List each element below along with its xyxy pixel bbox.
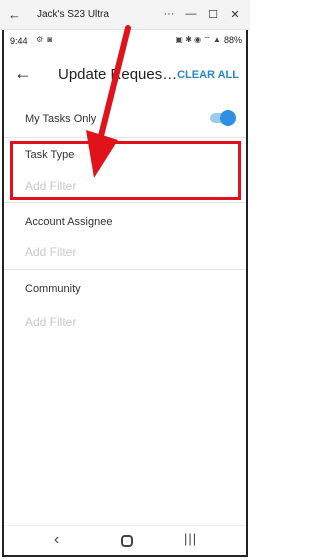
my-tasks-only-label: My Tasks Only: [25, 113, 97, 125]
community-label: Community: [25, 283, 81, 295]
maximize-icon[interactable]: ☐: [202, 4, 224, 24]
battery-percent: 88%: [223, 35, 242, 45]
app-header: ← Update Requests... CLEAR ALL: [4, 52, 246, 100]
window-controls: ··· — ☐ ✕: [158, 4, 246, 24]
nav-recent-apps-icon[interactable]: |||: [184, 531, 197, 546]
notification-icons: ⚙ ◙: [36, 35, 54, 44]
community-add-filter[interactable]: Add Filter: [25, 315, 76, 329]
android-nav-bar: ‹ |||: [4, 525, 246, 555]
system-status-icons: ▣ ✱ ◉ ⌔ ▲: [175, 35, 221, 44]
clear-all-button[interactable]: CLEAR ALL: [177, 69, 239, 81]
annotation-highlight-box: [10, 141, 241, 200]
page-title: Update Requests...: [58, 66, 178, 83]
close-icon[interactable]: ✕: [224, 4, 246, 24]
minimize-icon[interactable]: —: [180, 4, 202, 24]
back-arrow-icon[interactable]: ←: [14, 63, 32, 84]
divider: [4, 202, 246, 203]
nav-home-icon[interactable]: [121, 535, 133, 547]
nav-back-icon[interactable]: ‹: [54, 531, 59, 549]
status-right: ▣ ✱ ◉ ⌔ ▲ 88%: [175, 35, 242, 45]
account-assignee-add-filter[interactable]: Add Filter: [25, 245, 76, 259]
window-title: Jack's S23 Ultra: [37, 9, 109, 20]
phone-screen: 9:44 ⚙ ◙ ▣ ✱ ◉ ⌔ ▲ 88% ← Update Requests…: [2, 30, 248, 557]
toggle-knob: [220, 110, 236, 126]
divider: [4, 269, 246, 270]
my-tasks-only-toggle[interactable]: [210, 110, 236, 126]
more-options-icon[interactable]: ···: [158, 4, 180, 24]
window-titlebar: ← Jack's S23 Ultra ··· — ☐ ✕: [0, 0, 250, 30]
status-time: 9:44: [10, 36, 28, 46]
window-back-icon[interactable]: ←: [8, 7, 21, 22]
account-assignee-label: Account Assignee: [25, 216, 113, 228]
divider: [4, 137, 246, 138]
status-bar: 9:44 ⚙ ◙ ▣ ✱ ◉ ⌔ ▲ 88%: [4, 30, 246, 52]
